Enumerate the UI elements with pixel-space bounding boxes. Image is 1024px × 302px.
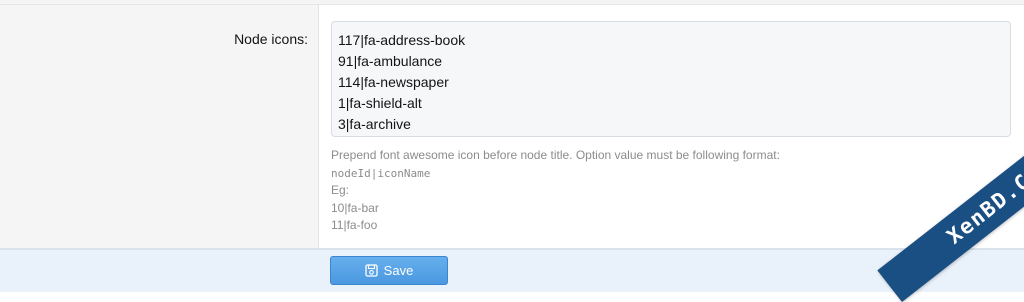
save-icon	[365, 264, 378, 277]
textarea-line: 1|fa-shield-alt	[338, 95, 422, 111]
explain-example-2: 11|fa-foo	[331, 218, 378, 232]
label-column: Node icons:	[0, 5, 319, 248]
explain-eg: Eg:	[331, 183, 350, 197]
textarea-line: 114|fa-newspaper	[338, 74, 449, 90]
node-icons-textarea[interactable]: 117|fa-address-book 91|fa-ambulance 114|…	[331, 21, 1011, 137]
save-button-label: Save	[383, 263, 414, 278]
explain-example-1: 10|fa-bar	[331, 200, 379, 215]
explain-intro: Prepend font awesome icon before node ti…	[331, 148, 780, 162]
textarea-line: 3|fa-archive	[338, 116, 411, 132]
form-row-node-icons: Node icons: 117|fa-address-book 91|fa-am…	[0, 5, 1024, 249]
save-button[interactable]: Save	[330, 256, 448, 285]
submit-row: Save	[0, 249, 1024, 292]
input-column: 117|fa-address-book 91|fa-ambulance 114|…	[319, 5, 1024, 248]
textarea-line: 117|fa-address-book	[338, 32, 466, 48]
node-icons-label: Node icons:	[234, 31, 308, 47]
field-explain: Prepend font awesome icon before node ti…	[331, 147, 971, 235]
explain-format: nodeId|iconName	[331, 166, 431, 180]
textarea-line: 91|fa-ambulance	[338, 53, 443, 69]
